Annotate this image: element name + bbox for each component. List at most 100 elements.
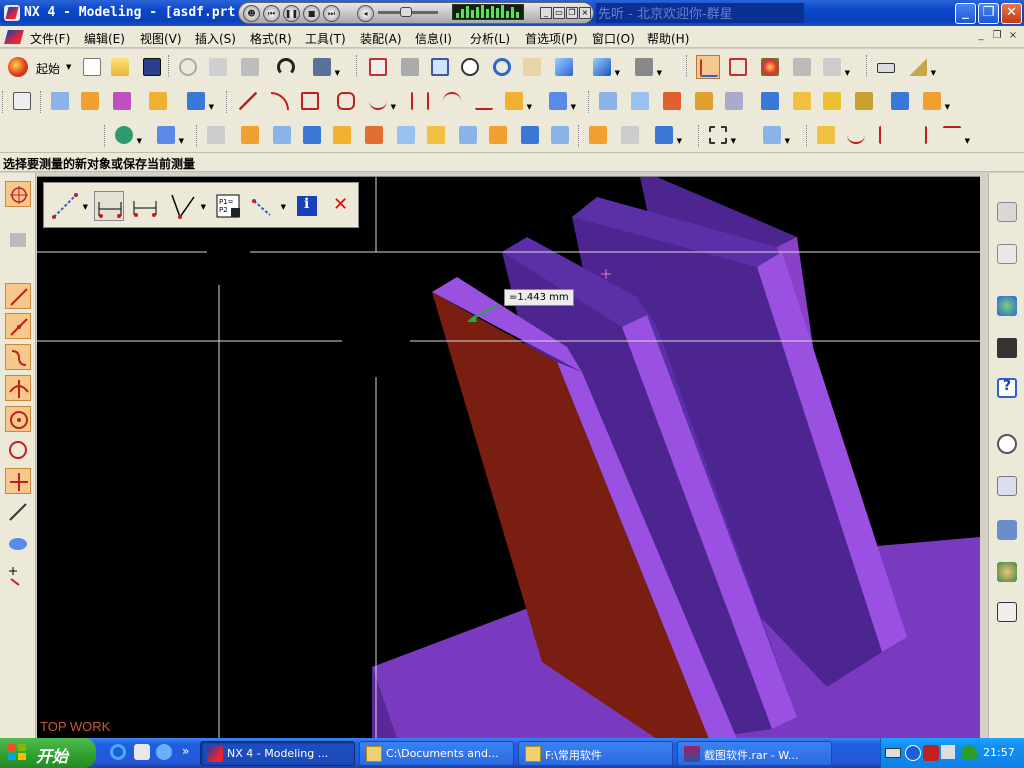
boss-icon[interactable]	[238, 123, 262, 147]
previous-icon[interactable]: ⏮	[263, 5, 280, 22]
palette-icon[interactable]	[758, 55, 782, 79]
sew-feature-icon[interactable]	[548, 123, 572, 147]
restore-button[interactable]: ❐	[978, 3, 999, 24]
wcs-dynamics-icon[interactable]	[726, 55, 750, 79]
sew-icon[interactable]	[888, 89, 912, 113]
datum-icon[interactable]	[146, 89, 170, 113]
snap-midpoint-icon[interactable]	[5, 313, 31, 339]
edge-blend-icon[interactable]	[424, 123, 448, 147]
save-measurement-icon[interactable]: P1= P2	[214, 191, 244, 221]
training-icon[interactable]	[994, 335, 1020, 361]
block-icon[interactable]	[48, 89, 72, 113]
snap-point-icon[interactable]	[5, 181, 31, 207]
volume-slider[interactable]	[378, 6, 438, 18]
start-button[interactable]: 开始	[0, 738, 96, 768]
shaded-icon[interactable]: ▼	[590, 55, 620, 79]
antivirus-icon[interactable]	[961, 745, 977, 761]
view-orient-icon[interactable]	[552, 55, 576, 79]
quicklaunch-overflow-icon[interactable]: »	[182, 744, 189, 758]
cylinder-icon[interactable]	[78, 89, 102, 113]
stop-icon[interactable]: ■	[303, 5, 320, 22]
new-file-button[interactable]	[80, 55, 104, 79]
open-file-button[interactable]	[108, 55, 132, 79]
menu-file[interactable]: 文件(F)	[30, 30, 70, 47]
doc-close-button[interactable]: ×	[1006, 30, 1020, 43]
menu-assembly[interactable]: 装配(A)	[360, 30, 402, 47]
ie-icon[interactable]	[110, 744, 128, 762]
pause-icon[interactable]: ❚❚	[283, 5, 300, 22]
measure-screen-distance-icon[interactable]	[130, 191, 160, 221]
reorder-icon[interactable]	[876, 123, 900, 147]
zoom-window-icon[interactable]	[398, 55, 422, 79]
ruler-icon[interactable]	[874, 55, 898, 79]
snap-on-surface-icon[interactable]	[5, 530, 31, 556]
snap-quadrant-icon[interactable]	[5, 437, 31, 463]
wcs-icon[interactable]	[696, 55, 720, 79]
process-studio-icon[interactable]	[994, 517, 1020, 543]
history-icon[interactable]	[994, 431, 1020, 457]
nx-app-icon[interactable]	[4, 5, 20, 21]
offset-curve-icon[interactable]	[408, 89, 432, 113]
selection-filter-icon[interactable]	[5, 227, 31, 253]
model-view[interactable]	[37, 177, 980, 738]
rotate-icon[interactable]	[490, 55, 514, 79]
point-constructor-icon[interactable]	[5, 563, 31, 589]
snap-existing-point-icon[interactable]	[5, 468, 31, 494]
shell-icon[interactable]: ▼	[920, 89, 950, 113]
slot-icon[interactable]	[330, 123, 354, 147]
unite-icon[interactable]	[586, 123, 610, 147]
player-restore-icon[interactable]: ❐	[566, 7, 578, 19]
help-icon[interactable]: ?	[994, 375, 1020, 401]
sheet-icon[interactable]	[692, 89, 716, 113]
swept-icon[interactable]	[660, 89, 684, 113]
part-navigator-icon[interactable]	[10, 89, 34, 113]
snap-arc-center-icon[interactable]	[5, 406, 31, 432]
replay-icon[interactable]: ▼	[940, 123, 970, 147]
form-feature-icon[interactable]: ▼	[112, 123, 142, 147]
volume-icon[interactable]: ◂	[357, 5, 374, 22]
trimmed-sheet-icon[interactable]	[790, 89, 814, 113]
task-winrar[interactable]: 截图软件.rar - W...	[677, 741, 832, 766]
paste-icon[interactable]	[238, 55, 262, 79]
zoom-icon[interactable]	[428, 55, 452, 79]
layer-icon[interactable]	[790, 55, 814, 79]
task-nx-modeling[interactable]: NX 4 - Modeling ...	[200, 741, 355, 766]
tray-arrow-icon[interactable]	[905, 745, 921, 761]
curve-analysis-icon[interactable]: ▼	[546, 89, 576, 113]
copy-icon[interactable]	[206, 55, 230, 79]
extension-icon[interactable]	[820, 89, 844, 113]
save-button[interactable]	[140, 55, 164, 79]
groove-icon[interactable]	[362, 123, 386, 147]
measure-angle-curve-icon[interactable]: ▼	[168, 191, 206, 221]
object-display-icon[interactable]: ▼	[820, 55, 850, 79]
cut-icon[interactable]	[176, 55, 200, 79]
render-style-icon[interactable]: ▼	[632, 55, 662, 79]
measure-angle-icon[interactable]: ▼	[906, 55, 936, 79]
snap-control-point-icon[interactable]	[5, 344, 31, 370]
system-materials-icon[interactable]	[994, 599, 1020, 625]
bridge-curve-icon[interactable]	[440, 89, 464, 113]
player-close-icon[interactable]: ×	[579, 7, 591, 19]
draft-icon[interactable]	[394, 123, 418, 147]
menu-tools[interactable]: 工具(T)	[305, 30, 346, 47]
menu-format[interactable]: 格式(R)	[250, 30, 292, 47]
zoom-in-out-icon[interactable]	[458, 55, 482, 79]
project-curve-icon[interactable]	[472, 89, 496, 113]
trim-body-icon[interactable]: ▼	[706, 123, 736, 147]
measure-options-icon[interactable]: ▼	[248, 191, 286, 221]
menu-view[interactable]: 视图(V)	[140, 30, 182, 47]
measure-distance-icon[interactable]: ▼	[50, 191, 88, 221]
snap-endpoint-icon[interactable]	[5, 283, 31, 309]
selection-icon[interactable]: ▼	[310, 55, 340, 79]
web-browser-icon[interactable]	[994, 293, 1020, 319]
instance-icon[interactable]	[518, 123, 542, 147]
next-icon[interactable]: ⏭	[323, 5, 340, 22]
intersect-icon[interactable]: ▼	[652, 123, 682, 147]
part-navigator-tab-icon[interactable]	[994, 241, 1020, 267]
task-common-software-folder[interactable]: F:\常用软件	[518, 741, 673, 766]
arc-icon[interactable]	[268, 89, 292, 113]
graphics-window[interactable]: =1.443 mm TOP WORK	[37, 176, 980, 738]
close-measure-button[interactable]: ✕	[326, 191, 356, 221]
undo-icon[interactable]	[274, 55, 298, 79]
menu-edit[interactable]: 编辑(E)	[84, 30, 125, 47]
